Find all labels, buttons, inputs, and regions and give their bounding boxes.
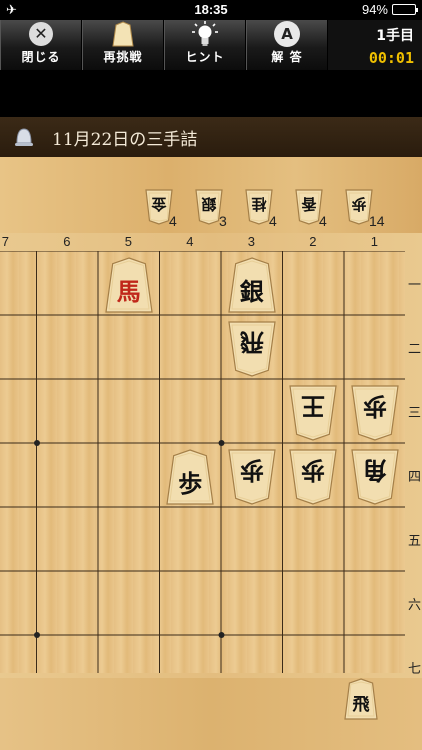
opponent-hand: 金 4 銀 3 桂 4 香 4 歩 14 [0, 157, 422, 233]
board-piece[interactable]: 飛 [228, 321, 276, 377]
star-point [34, 632, 40, 638]
hand-count: 14 [369, 213, 385, 229]
board-piece[interactable]: 馬 [105, 257, 153, 313]
hint-button[interactable]: ヒント [164, 20, 246, 70]
piece-char: 歩 [301, 456, 326, 486]
rank-label: 六 [408, 598, 422, 613]
toolbar: ✕ 閉じる 再挑戦 ヒント A 解 答 1手目 00:01 [0, 20, 422, 70]
piece-char: 飛 [352, 694, 370, 715]
player-hand-piece[interactable]: 飛 [344, 678, 378, 720]
rank-label: 四 [408, 470, 422, 485]
board-piece[interactable]: 王 [289, 385, 337, 441]
answer-label: 解 答 [271, 50, 303, 64]
piece-char: 歩 [239, 456, 264, 486]
star-point [218, 440, 225, 446]
rank-label: 三 [408, 406, 422, 421]
file-label: 7 [1, 234, 9, 249]
hand-count: 3 [219, 213, 227, 229]
hint-label: ヒント [185, 50, 225, 64]
move-counter: 1手目 [376, 28, 414, 44]
file-label: 1 [370, 234, 378, 249]
close-icon: ✕ [29, 22, 53, 46]
retry-label: 再挑戦 [103, 50, 143, 64]
rank-label: 一 [408, 278, 422, 293]
piece-char: 歩 [178, 468, 203, 498]
lightbulb-icon [192, 21, 218, 46]
status-bar: ✈ 18:35 94% [0, 0, 422, 20]
board-piece[interactable]: 銀 [228, 257, 276, 313]
hand-count: 4 [269, 213, 277, 229]
file-label: 6 [63, 234, 71, 249]
board-area: 7654321 馬銀飛王歩歩歩歩角 一二三四五六七 [0, 233, 422, 678]
piece-char: 飛 [239, 328, 264, 358]
star-point [218, 632, 225, 638]
answer-icon: A [274, 21, 300, 47]
shogi-board[interactable]: 馬銀飛王歩歩歩歩角 [0, 251, 405, 673]
board-piece[interactable]: 歩 [228, 449, 276, 505]
piece-char: 銀 [239, 276, 264, 306]
problem-title-bar: 11月22日の三手詰 [0, 117, 422, 157]
retry-button[interactable]: 再挑戦 [82, 20, 164, 70]
move-info: 1手目 00:01 [328, 20, 422, 70]
rank-label: 五 [408, 534, 422, 549]
quit-button[interactable]: ✕ 閉じる [0, 20, 82, 70]
star-point [34, 440, 40, 446]
hand-count: 4 [319, 213, 327, 229]
piece-char: 歩 [362, 392, 387, 422]
hand-count: 4 [169, 213, 177, 229]
board-piece[interactable]: 角 [351, 449, 399, 505]
piece-char: 角 [362, 456, 387, 486]
piece-icon [112, 21, 134, 47]
battery-percent: 94% [361, 2, 388, 17]
bell-icon [15, 128, 33, 146]
rank-label: 二 [408, 342, 422, 357]
rank-label: 七 [408, 662, 422, 677]
board-piece[interactable]: 歩 [351, 385, 399, 441]
piece-char: 王 [301, 392, 326, 422]
file-label: 2 [309, 234, 317, 249]
file-label: 4 [186, 234, 194, 249]
quit-label: 閉じる [21, 50, 61, 64]
elapsed-timer: 00:01 [368, 49, 414, 67]
problem-title: 11月22日の三手詰 [52, 129, 198, 150]
file-label: 3 [247, 234, 255, 249]
player-hand: 飛 [0, 678, 422, 750]
battery-icon [392, 4, 418, 15]
file-label: 5 [124, 234, 132, 249]
piece-char: 馬 [116, 276, 141, 306]
board-piece[interactable]: 歩 [289, 449, 337, 505]
status-time: 18:35 [194, 2, 228, 17]
board-piece[interactable]: 歩 [166, 449, 214, 505]
answer-button[interactable]: A 解 答 [246, 20, 328, 70]
